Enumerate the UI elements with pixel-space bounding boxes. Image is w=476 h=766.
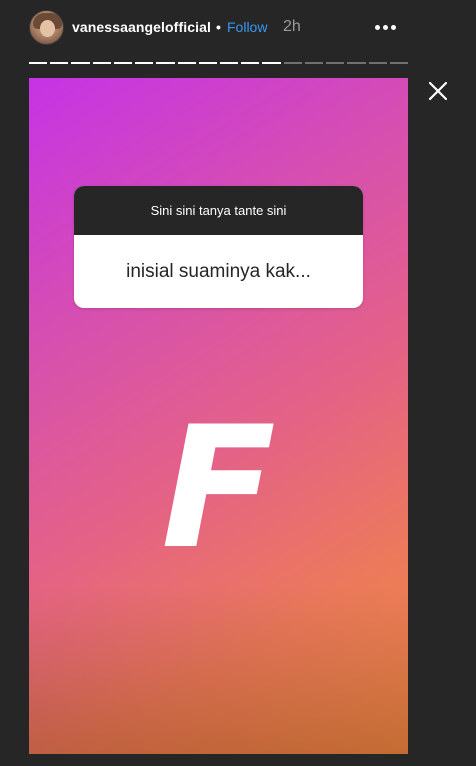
progress-segment xyxy=(326,62,345,64)
progress-segment xyxy=(135,62,154,64)
story-header: vanessaangelofficial • Follow 2h xyxy=(0,0,476,58)
avatar[interactable] xyxy=(29,10,64,45)
question-sticker: Sini sini tanya tante sini inisial suami… xyxy=(74,186,363,308)
progress-segment xyxy=(219,62,239,64)
progress-segment xyxy=(92,62,111,64)
question-answer: inisial suaminya kak... xyxy=(126,261,311,282)
story-bottom-shade xyxy=(29,584,408,754)
more-options-icon[interactable] xyxy=(372,16,400,38)
progress-segment xyxy=(347,62,366,64)
progress-segment xyxy=(262,62,281,64)
avatar-face xyxy=(40,20,55,37)
progress-segment xyxy=(156,62,175,64)
progress-segment xyxy=(113,62,133,64)
progress-segment xyxy=(283,62,302,64)
progress-segment xyxy=(71,62,90,64)
question-prompt: Sini sini tanya tante sini xyxy=(74,186,363,235)
follow-button[interactable]: Follow xyxy=(227,19,267,35)
progress-segment xyxy=(304,62,324,64)
progress-segment xyxy=(389,62,408,64)
post-time: 2h xyxy=(283,18,301,35)
story-progress-bar xyxy=(29,62,408,64)
story-big-text: F xyxy=(161,390,276,586)
progress-segment xyxy=(50,62,69,64)
progress-segment xyxy=(368,62,387,64)
progress-segment xyxy=(177,62,196,64)
username-link[interactable]: vanessaangelofficial xyxy=(72,19,211,35)
progress-segment xyxy=(29,62,48,64)
progress-segment xyxy=(198,62,217,64)
story-media[interactable]: Sini sini tanya tante sini inisial suami… xyxy=(29,78,408,754)
progress-segment xyxy=(241,62,260,64)
separator-dot: • xyxy=(216,19,221,35)
close-icon[interactable] xyxy=(426,79,450,103)
